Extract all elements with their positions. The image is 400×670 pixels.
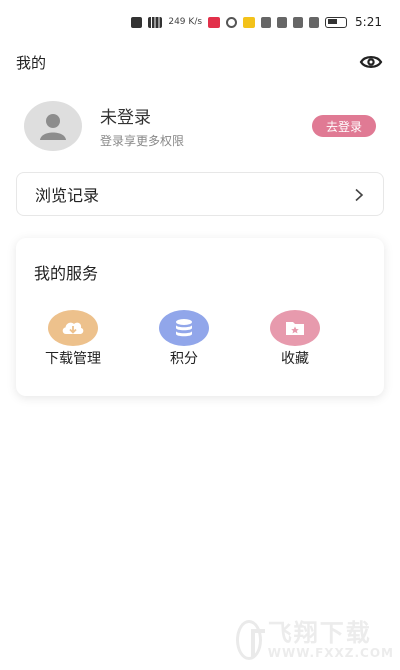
profile-section[interactable]: 未登录 登录享更多权限 去登录 bbox=[24, 100, 376, 152]
status-time: 5:21 bbox=[355, 15, 382, 29]
services-title: 我的服务 bbox=[34, 264, 99, 283]
watermark: 飞翔下载 WWW.FXXZ.COM bbox=[236, 616, 394, 664]
browsing-history-row[interactable]: 浏览记录 bbox=[16, 172, 384, 216]
avatar[interactable] bbox=[24, 101, 82, 151]
alarm-icon bbox=[277, 16, 288, 28]
profile-text: 未登录 登录享更多权限 bbox=[100, 103, 312, 149]
watermark-text: 飞翔下载 WWW.FXXZ.COM bbox=[268, 620, 394, 660]
chevron-right-icon bbox=[353, 187, 365, 202]
page-header: 我的 bbox=[16, 50, 384, 74]
hd-icon bbox=[131, 16, 143, 28]
login-button[interactable]: 去登录 bbox=[312, 115, 376, 137]
page-title: 我的 bbox=[16, 53, 47, 72]
circle-notification-icon bbox=[226, 16, 238, 28]
profile-name: 未登录 bbox=[100, 108, 151, 128]
services-card: 我的服务 下载管理 积分 收藏 bbox=[16, 238, 384, 396]
mute-icon bbox=[309, 16, 320, 28]
battery-icon bbox=[325, 16, 348, 28]
service-favorites[interactable]: 收藏 bbox=[265, 310, 325, 368]
service-label: 积分 bbox=[170, 351, 198, 367]
user-icon bbox=[40, 114, 66, 140]
star-folder-icon bbox=[270, 310, 320, 346]
status-bar: 249 K/s 5:21 bbox=[0, 0, 400, 44]
nfc-icon bbox=[261, 16, 272, 28]
bluetooth-icon bbox=[293, 16, 304, 28]
network-speed-unit: K/s bbox=[188, 17, 203, 27]
service-points[interactable]: 积分 bbox=[154, 310, 214, 368]
browsing-history-label: 浏览记录 bbox=[35, 186, 100, 205]
watermark-brand-en: WWW.FXXZ.COM bbox=[267, 646, 394, 660]
cloud-download-icon bbox=[48, 310, 98, 346]
coin-stack-icon bbox=[159, 310, 209, 346]
service-download-manager[interactable]: 下载管理 bbox=[43, 310, 103, 368]
network-speed: 249 K/s bbox=[168, 17, 202, 27]
service-label: 下载管理 bbox=[45, 351, 101, 367]
app-notification-icon bbox=[208, 16, 221, 28]
eye-icon[interactable] bbox=[358, 51, 384, 73]
profile-subtitle: 登录享更多权限 bbox=[100, 134, 185, 148]
watermark-logo-icon bbox=[236, 620, 265, 660]
message-notification-icon bbox=[243, 16, 256, 28]
signal-icon bbox=[148, 16, 163, 28]
network-speed-value: 249 bbox=[168, 17, 186, 27]
service-label: 收藏 bbox=[281, 351, 309, 367]
watermark-brand-cn: 飞翔下载 bbox=[267, 619, 372, 647]
